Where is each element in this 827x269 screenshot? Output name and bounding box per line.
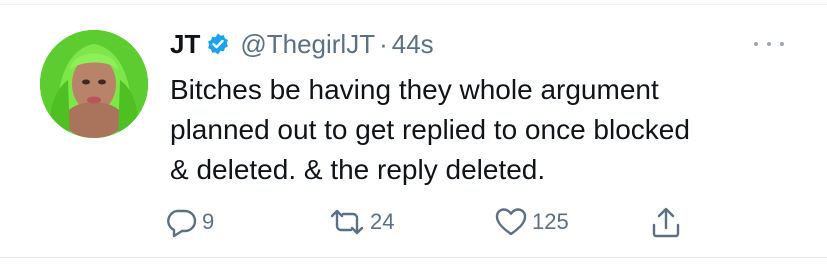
retweet-count: 24 — [370, 209, 395, 234]
top-divider — [0, 4, 827, 5]
reply-icon — [166, 206, 198, 238]
tweet-text-line: & deleted. & the reply deleted. — [170, 154, 546, 185]
bottom-divider — [0, 257, 827, 258]
tweet-text-line: planned out to get replied to once block… — [170, 114, 690, 145]
like-count: 125 — [532, 209, 569, 234]
retweet-button[interactable]: 24 — [328, 206, 394, 238]
like-button[interactable]: 125 — [494, 206, 569, 238]
verified-badge-icon — [206, 32, 230, 56]
author-handle[interactable]: @ThegirlJT — [240, 29, 375, 60]
avatar[interactable] — [40, 30, 148, 138]
more-options-icon[interactable] — [754, 34, 784, 54]
tweet-text-line: Bitches be having they whole argument — [170, 74, 659, 105]
heart-icon — [494, 206, 528, 238]
tweet-text: Bitches be having they whole argument pl… — [170, 70, 810, 190]
author-name[interactable]: JT — [170, 29, 200, 60]
reply-button[interactable]: 9 — [166, 206, 214, 238]
retweet-icon — [328, 206, 366, 238]
reply-count: 9 — [202, 209, 215, 234]
timestamp[interactable]: 44s — [392, 29, 434, 60]
share-icon — [650, 206, 682, 240]
share-button[interactable] — [650, 206, 682, 240]
separator-dot: · — [379, 28, 388, 59]
tweet-header: JT @ThegirlJT · 44s — [170, 24, 434, 64]
